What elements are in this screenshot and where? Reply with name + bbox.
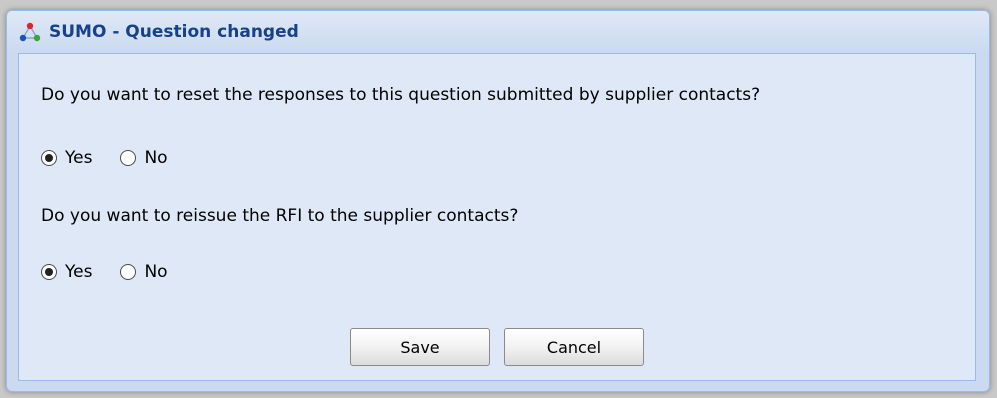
radio-selected-icon: [41, 264, 57, 280]
save-button[interactable]: Save: [350, 328, 490, 366]
dialog-button-bar: Save Cancel: [19, 328, 975, 366]
sumo-logo-icon: [19, 21, 41, 43]
question-reissue-rfi: Do you want to reissue the RFI to the su…: [41, 206, 519, 226]
radio-label-yes: Yes: [65, 262, 93, 282]
reset-responses-yes-radio[interactable]: Yes: [41, 148, 92, 168]
radio-label-yes: Yes: [65, 148, 93, 168]
radio-label-no: No: [144, 148, 168, 168]
reissue-rfi-radio-group: Yes No: [41, 262, 196, 282]
dialog-title: SUMO - Question changed: [49, 22, 299, 42]
radio-selected-icon: [41, 150, 57, 166]
reset-responses-radio-group: Yes No: [41, 148, 196, 168]
radio-unselected-icon: [120, 264, 137, 280]
question-changed-dialog: SUMO - Question changed Do you want to r…: [6, 10, 990, 392]
cancel-button[interactable]: Cancel: [504, 328, 644, 366]
radio-label-no: No: [144, 262, 168, 282]
dialog-titlebar[interactable]: SUMO - Question changed: [7, 11, 989, 53]
reset-responses-no-radio[interactable]: No: [120, 148, 168, 168]
question-reset-responses: Do you want to reset the responses to th…: [41, 85, 761, 105]
reissue-rfi-no-radio[interactable]: No: [120, 262, 168, 282]
dialog-body: Do you want to reset the responses to th…: [18, 53, 976, 381]
reissue-rfi-yes-radio[interactable]: Yes: [41, 262, 92, 282]
radio-unselected-icon: [120, 150, 137, 166]
